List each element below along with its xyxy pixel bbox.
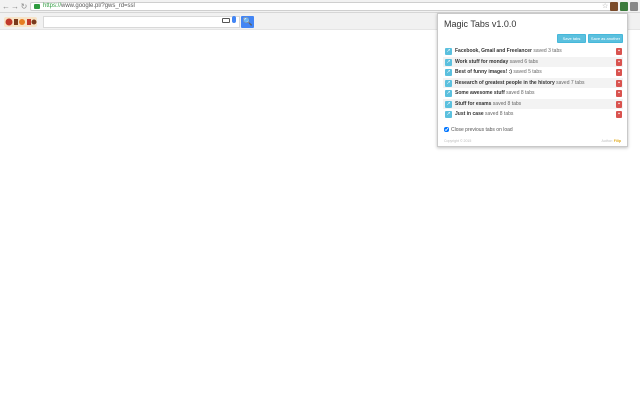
save-tabs-button[interactable]: Save tabs (557, 34, 586, 43)
open-icon[interactable]: ↗ (445, 48, 452, 55)
item-name: Stuff for exams (455, 100, 492, 107)
list-item[interactable]: ↗ Facebook, Gmail and Freelancer saved 3… (443, 46, 623, 57)
item-meta: saved 8 tabs (491, 100, 522, 107)
extension-icons (606, 1, 640, 12)
delete-icon[interactable]: ▪ (616, 100, 622, 108)
popup-title: Magic Tabs v1.0.0 (444, 19, 517, 29)
item-meta: saved 3 tabs (531, 48, 562, 54)
open-icon[interactable]: ↗ (445, 111, 452, 118)
item-name: Research of greatest people in the histo… (455, 79, 555, 86)
forward-icon[interactable]: → (11, 2, 19, 11)
delete-icon[interactable]: ▪ (616, 58, 622, 66)
open-icon[interactable]: ↗ (445, 79, 452, 87)
search-button[interactable]: 🔍 (241, 16, 254, 28)
copyright-text: Copyright © 2015 (444, 139, 472, 143)
close-previous-label: Close previous tabs on load (451, 127, 513, 133)
author-link[interactable]: Filip (614, 139, 621, 143)
item-meta: saved 8 tabs (504, 90, 535, 96)
open-icon[interactable]: ↗ (445, 69, 452, 76)
delete-icon[interactable]: ▪ (616, 111, 622, 118)
close-previous-checkbox[interactable] (444, 127, 449, 133)
open-icon[interactable]: ↗ (445, 100, 452, 108)
list-item[interactable]: ↗ Just in case saved 8 tabs ▪ (443, 109, 623, 120)
magic-tabs-popup: Magic Tabs v1.0.0 Save tabs Save as anot… (437, 13, 628, 147)
open-icon[interactable]: ↗ (445, 90, 452, 97)
reload-icon[interactable]: ↻ (20, 2, 28, 11)
item-meta: saved 5 tabs (511, 69, 542, 75)
item-name: Work stuff for monday (455, 58, 509, 65)
url-scheme: https:// (43, 3, 62, 9)
url-text: www.google.pl/?gws_rd=ssl (61, 3, 135, 9)
list-item[interactable]: ↗ Best of funny images! :) saved 5 tabs … (443, 67, 623, 78)
open-icon[interactable]: ↗ (445, 58, 452, 66)
lock-icon (34, 4, 40, 9)
item-meta: saved 6 tabs (508, 58, 538, 65)
back-icon[interactable]: ← (2, 2, 10, 11)
list-item[interactable]: ↗ Research of greatest people in the his… (443, 77, 623, 88)
google-doodle-logo[interactable] (4, 17, 37, 27)
microphone-icon[interactable] (232, 16, 236, 23)
save-as-another-button[interactable]: Save as another (588, 34, 623, 43)
delete-icon[interactable]: ▪ (616, 48, 622, 55)
delete-icon[interactable]: ▪ (616, 79, 622, 87)
google-search-input[interactable] (43, 16, 240, 28)
list-item[interactable]: ↗ Stuff for exams saved 8 tabs ▪ (443, 98, 623, 109)
menu-icon[interactable] (630, 2, 638, 11)
delete-icon[interactable]: ▪ (616, 69, 622, 76)
profile-icon[interactable] (610, 2, 618, 11)
list-item[interactable]: ↗ Work stuff for monday saved 6 tabs ▪ (443, 56, 623, 67)
keyboard-icon[interactable] (222, 18, 230, 23)
address-bar[interactable]: https://www.google.pl/?gws_rd=ssl (30, 2, 615, 11)
item-name: Best of funny images! :) (455, 69, 512, 75)
author-credit: Author: Filip (602, 139, 621, 143)
delete-icon[interactable]: ▪ (616, 90, 622, 97)
item-name: Facebook, Gmail and Freelancer (455, 48, 532, 54)
close-previous-option[interactable]: Close previous tabs on load (444, 127, 513, 133)
item-name: Just in case (455, 111, 484, 117)
item-meta: saved 8 tabs (483, 111, 514, 117)
item-meta: saved 7 tabs (554, 79, 585, 86)
saved-tabs-list: ↗ Facebook, Gmail and Freelancer saved 3… (443, 46, 623, 120)
list-item[interactable]: ↗ Some awesome stuff saved 8 tabs ▪ (443, 88, 623, 99)
author-prefix: Author: (601, 139, 614, 143)
browser-toolbar: ← → ↻ https://www.google.pl/?gws_rd=ssl … (0, 0, 640, 13)
item-name: Some awesome stuff (455, 90, 505, 96)
magic-tabs-extension-icon[interactable] (620, 2, 628, 11)
